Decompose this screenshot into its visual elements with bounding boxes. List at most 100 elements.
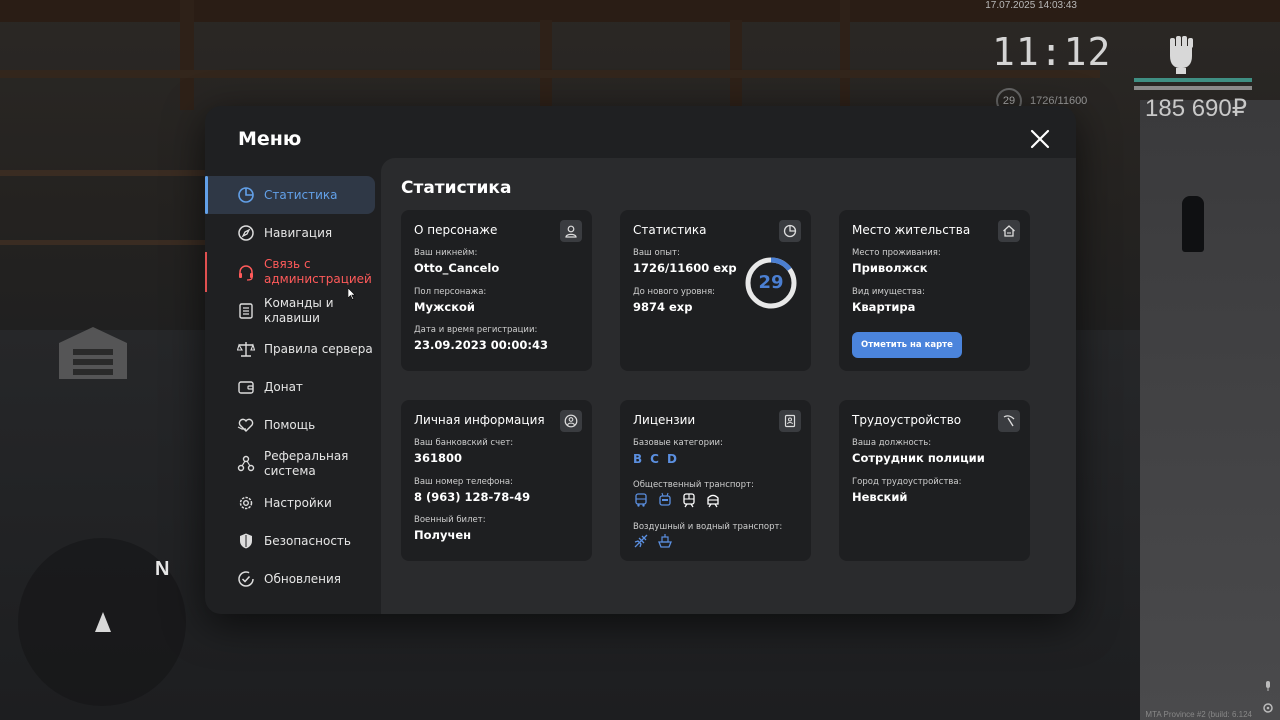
nav-item-updates[interactable]: Обновления bbox=[205, 560, 381, 598]
field-value: 8 (963) 128-78-49 bbox=[414, 490, 531, 504]
nav-label: Реферальная система bbox=[264, 449, 349, 478]
nav-label: Настройки bbox=[264, 495, 332, 510]
nav-label: Статистика bbox=[264, 187, 338, 202]
card-title: Трудоустройство bbox=[852, 413, 962, 427]
nav-label: Безопасность bbox=[264, 533, 351, 548]
nav-label: Связь с администрацией bbox=[264, 257, 372, 286]
field-label: Воздушный и водный транспорт: bbox=[633, 522, 783, 532]
id-card-icon bbox=[784, 414, 796, 428]
nav-item-statistics[interactable]: Статистика bbox=[205, 176, 375, 214]
train-icon bbox=[683, 493, 695, 508]
field-value: 9874 exp bbox=[633, 300, 693, 314]
field-public-transport: Общественный транспорт: bbox=[633, 480, 754, 490]
field-bank-account: Ваш банковский счет: 361800 bbox=[414, 438, 513, 465]
field-base-categories: Базовые категории: bbox=[633, 438, 723, 448]
clock-pie-icon bbox=[783, 224, 797, 238]
wallet-icon bbox=[238, 381, 254, 394]
public-transport-icons bbox=[633, 492, 721, 508]
bus-icon bbox=[635, 493, 647, 507]
field-value: Получен bbox=[414, 528, 472, 542]
roof-beam bbox=[540, 20, 552, 110]
card-title: Место жительства bbox=[852, 223, 971, 237]
user-icon bbox=[565, 225, 577, 238]
mark-on-map-button[interactable]: Отметить на карте bbox=[852, 332, 962, 358]
field-phone: Ваш номер телефона: 8 (963) 128-78-49 bbox=[414, 477, 530, 504]
mouse-cursor-icon bbox=[348, 288, 356, 300]
field-place: Место проживания: Приволжск bbox=[852, 248, 941, 275]
card-personal-info: Личная информация Ваш банковский счет: 3… bbox=[401, 400, 592, 561]
nav-item-donate[interactable]: Донат bbox=[205, 368, 381, 406]
roof-beam bbox=[730, 20, 742, 110]
card-title: Лицензии bbox=[633, 413, 696, 427]
heart-hand-icon bbox=[237, 418, 254, 432]
card-stats: Статистика Ваш опыт: 1726/11600 exp До н… bbox=[620, 210, 811, 371]
settings-gear-icon bbox=[1263, 703, 1273, 713]
nav-item-security[interactable]: Безопасность bbox=[205, 522, 381, 560]
card-employment: Трудоустройство Ваша должность: Сотрудни… bbox=[839, 400, 1030, 561]
field-label: Ваш номер телефона: bbox=[414, 477, 513, 487]
card-icon-box bbox=[998, 410, 1020, 432]
nav-label: Правила сервера bbox=[264, 341, 373, 356]
nav-item-settings[interactable]: Настройки bbox=[205, 484, 381, 522]
headset-icon bbox=[239, 265, 253, 281]
field-label: Дата и время регистрации: bbox=[414, 325, 538, 335]
field-value: Сотрудник полиции bbox=[852, 451, 985, 465]
nav-item-contact-admin[interactable]: Связь с администрацией bbox=[205, 252, 381, 292]
field-label: Общественный транспорт: bbox=[633, 480, 754, 490]
field-value: Otto_Cancelo bbox=[414, 261, 500, 275]
nav-item-rules[interactable]: Правила сервера bbox=[205, 330, 381, 368]
card-icon-box bbox=[779, 410, 801, 432]
field-nickname: Ваш никнейм: Otto_Cancelo bbox=[414, 248, 499, 275]
close-icon[interactable] bbox=[1029, 128, 1051, 150]
referral-icon bbox=[237, 455, 255, 472]
field-property-type: Вид имущества: Квартира bbox=[852, 287, 925, 314]
nav-item-help[interactable]: Помощь bbox=[205, 406, 381, 444]
hud-time: 11:12 bbox=[992, 30, 1112, 74]
nav-item-referral[interactable]: Реферальная система bbox=[205, 444, 381, 484]
warehouse-wall bbox=[1140, 100, 1280, 720]
field-value: Невский bbox=[852, 490, 908, 504]
card-title: Статистика bbox=[633, 223, 707, 237]
microphone-icon bbox=[1266, 681, 1270, 691]
field-next-level: До нового уровня: 9874 exp bbox=[633, 287, 715, 314]
field-label: Вид имущества: bbox=[852, 287, 925, 297]
field-label: Ваш банковский счет: bbox=[414, 438, 514, 448]
hud-date: 17.07.2025 14:03:43 bbox=[985, 0, 1077, 11]
keyboard-list-icon bbox=[239, 303, 253, 319]
nav-label: Помощь bbox=[264, 417, 316, 432]
house-icon bbox=[1003, 225, 1015, 237]
field-exp: Ваш опыт: 1726/11600 exp bbox=[633, 248, 737, 275]
field-label: Ваша должность: bbox=[852, 438, 932, 448]
player-arrow-icon bbox=[95, 612, 111, 632]
field-label: Пол персонажа: bbox=[414, 287, 487, 297]
nav-label: Обновления bbox=[264, 571, 342, 586]
roof-beam bbox=[180, 0, 194, 110]
card-title: О персонаже bbox=[414, 223, 498, 237]
menu-sidebar: Статистика Навигация Связь с администрац… bbox=[205, 176, 381, 598]
trolleybus-icon bbox=[659, 492, 671, 506]
license-category-b: B bbox=[633, 452, 643, 466]
license-category-c: C bbox=[650, 452, 659, 466]
card-licenses: Лицензии Базовые категории: B C D Общест… bbox=[620, 400, 811, 561]
nav-label: Навигация bbox=[264, 225, 333, 240]
card-residence: Место жительства Место проживания: Приво… bbox=[839, 210, 1030, 371]
field-label: Место проживания: bbox=[852, 248, 941, 258]
field-registration: Дата и время регистрации: 23.09.2023 00:… bbox=[414, 325, 548, 352]
field-work-city: Город трудоустройства: Невский bbox=[852, 477, 962, 504]
field-label: Военный билет: bbox=[414, 515, 486, 525]
card-icon-box bbox=[998, 220, 1020, 242]
air-water-transport-icons bbox=[633, 533, 673, 549]
roof-beam bbox=[0, 240, 205, 245]
license-category-d: D bbox=[666, 452, 677, 466]
card-icon-box bbox=[779, 220, 801, 242]
field-value: 1726/11600 exp bbox=[633, 261, 737, 275]
nav-label: Команды и клавиши bbox=[264, 296, 334, 325]
compass-icon bbox=[238, 225, 254, 241]
airplane-icon bbox=[634, 534, 648, 548]
content-panel: Статистика О персонаже Ваш никнейм: Otto… bbox=[381, 158, 1076, 614]
field-value: Квартира bbox=[852, 300, 916, 314]
nav-item-navigation[interactable]: Навигация bbox=[205, 214, 381, 252]
menu-title: Меню bbox=[238, 128, 302, 150]
level-number: 29 bbox=[758, 272, 784, 293]
check-circle-icon bbox=[238, 571, 254, 587]
